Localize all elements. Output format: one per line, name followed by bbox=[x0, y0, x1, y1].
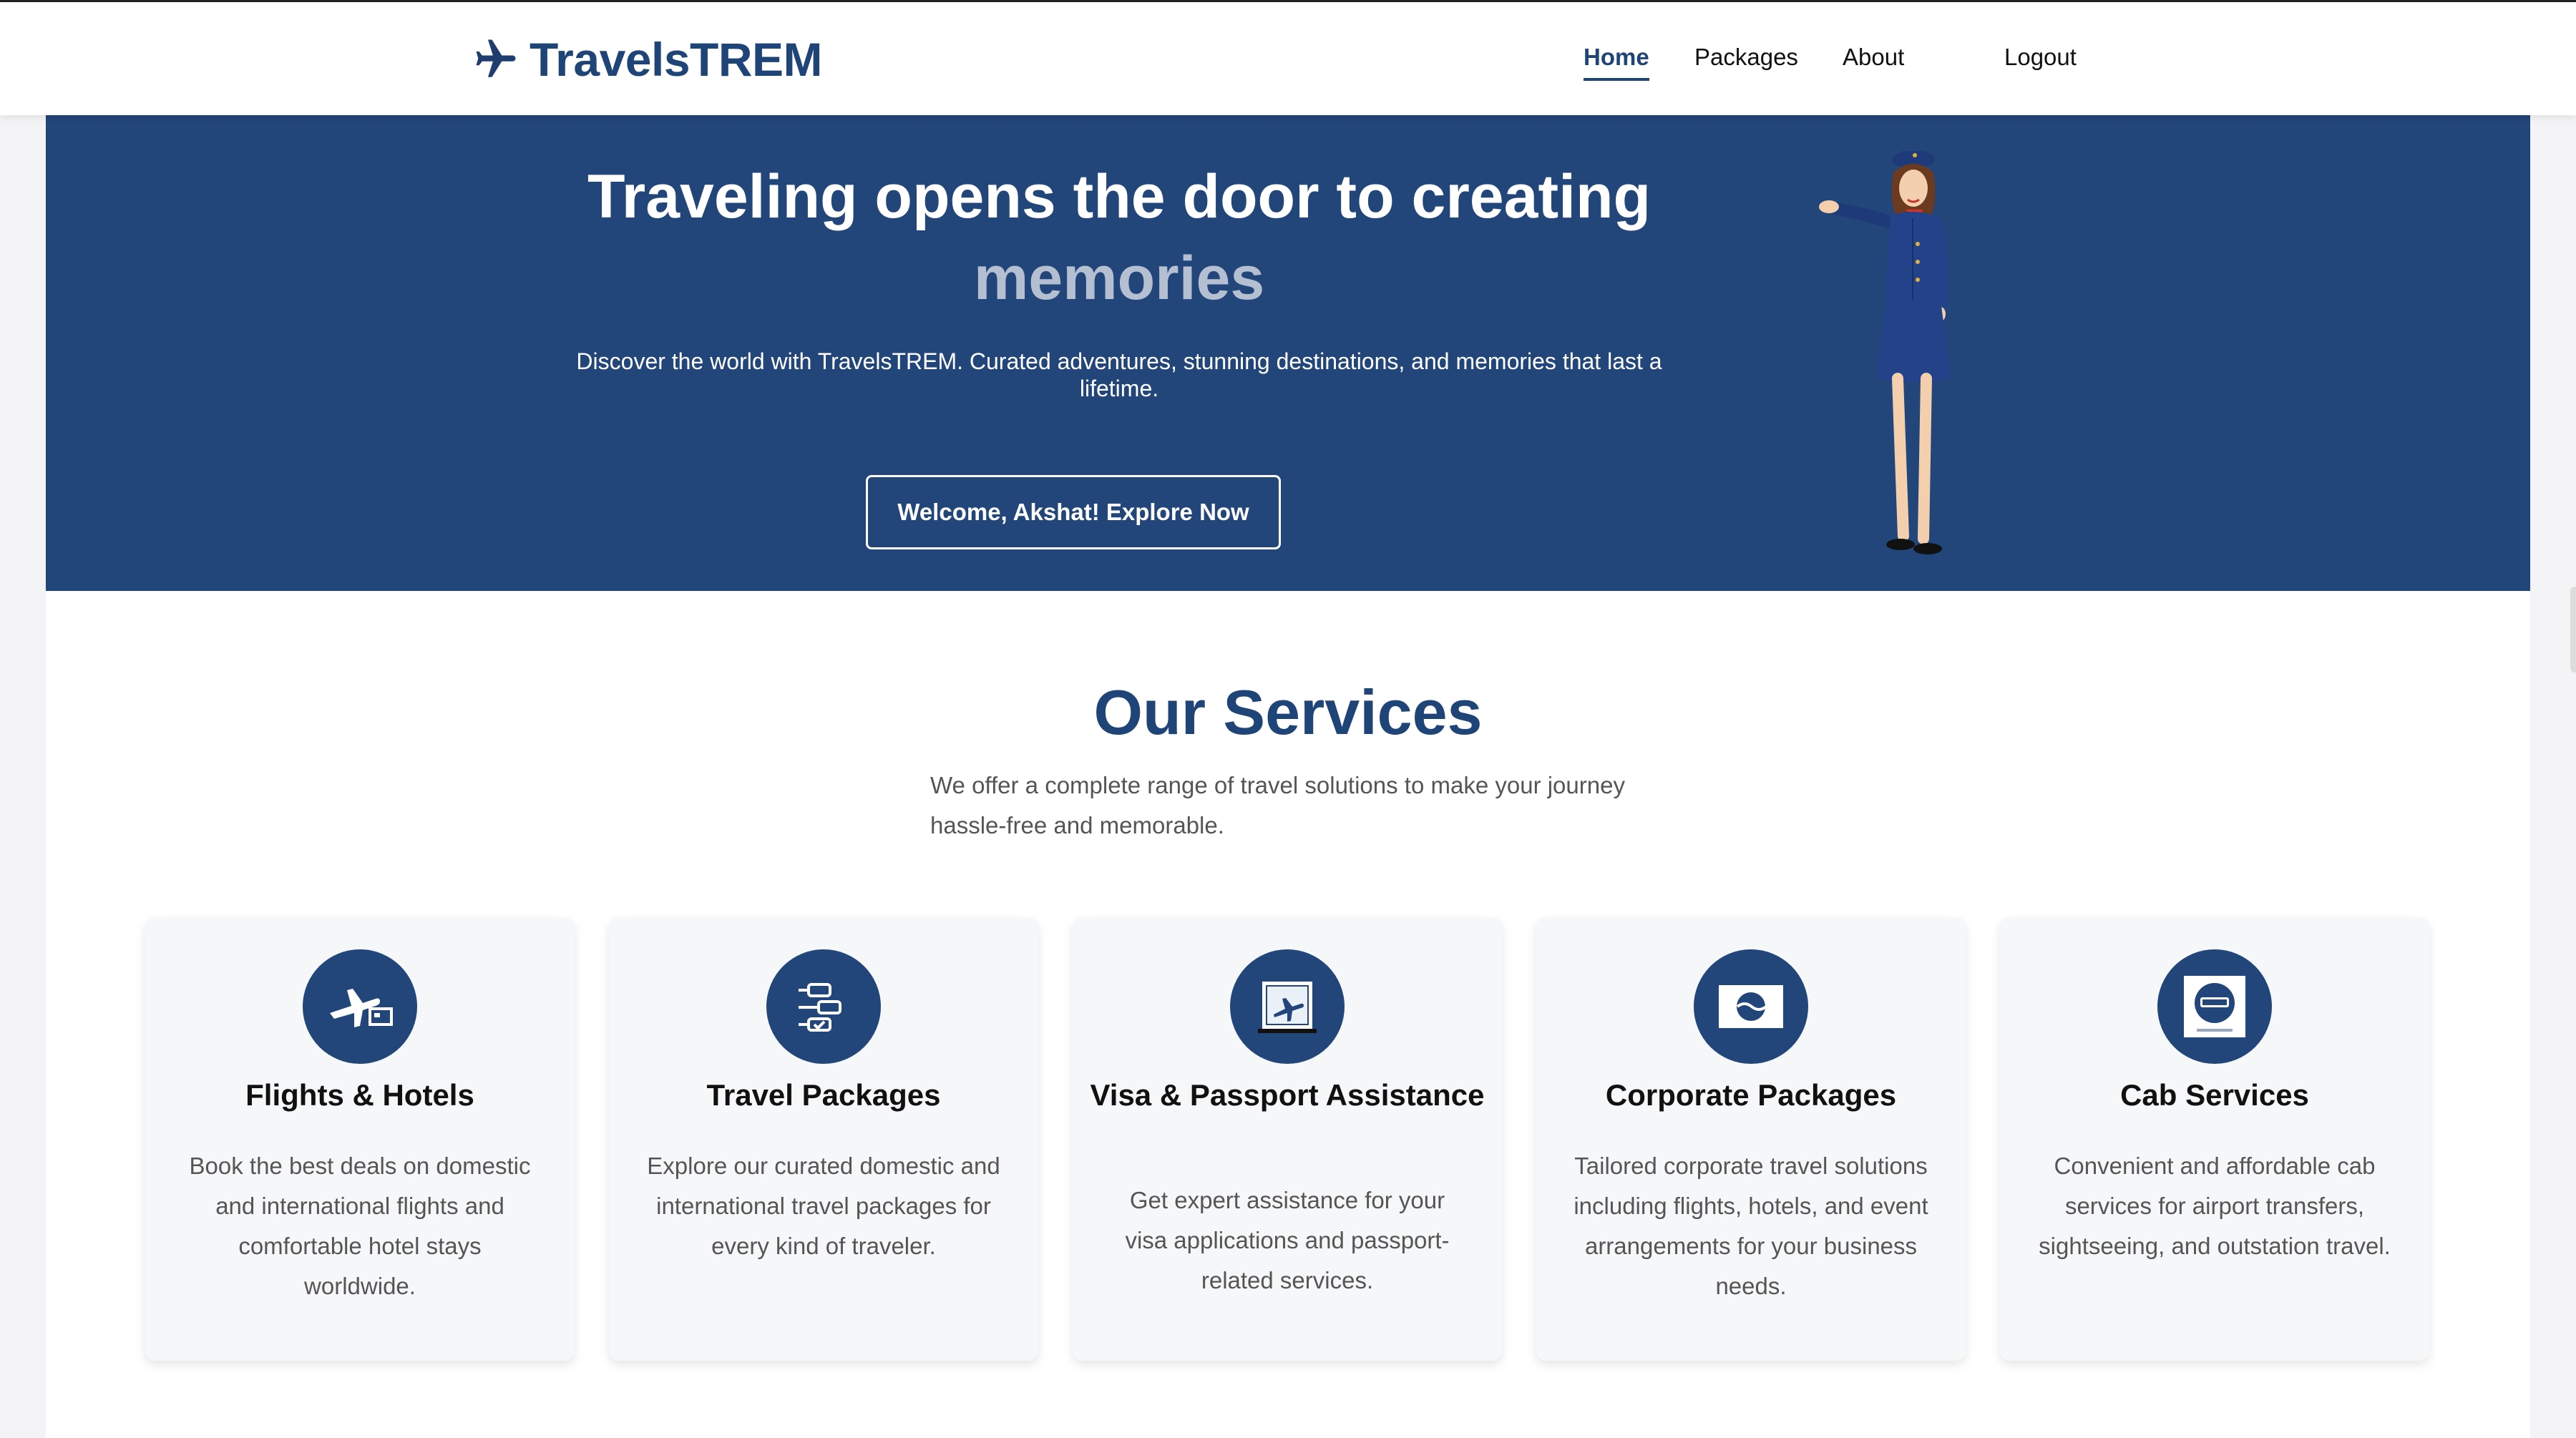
service-card-title: Cab Services bbox=[2120, 1078, 2309, 1112]
hero-banner: Traveling opens the door to creating mem… bbox=[46, 115, 2530, 591]
corporate-icon bbox=[1694, 949, 1808, 1064]
hero-highlight: memories bbox=[973, 244, 1265, 313]
nav-logout[interactable]: Logout bbox=[2004, 44, 2077, 71]
service-card-title: Flights & Hotels bbox=[245, 1078, 474, 1112]
airplane-icon bbox=[476, 39, 516, 77]
service-card-flights-hotels[interactable]: Flights & Hotels Book the best deals on … bbox=[145, 917, 575, 1361]
nav-packages[interactable]: Packages bbox=[1694, 44, 1798, 71]
flight-attendant-illustration bbox=[1819, 151, 1951, 554]
service-card-text: Convenient and affordable cab services f… bbox=[2039, 1153, 2391, 1259]
service-card-title: Corporate Packages bbox=[1605, 1078, 1897, 1112]
services-subtitle: We offer a complete range of travel solu… bbox=[930, 772, 1625, 838]
hero-subtitle: Discover the world with TravelsTREM. Cur… bbox=[576, 348, 1662, 401]
services-title: Our Services bbox=[1093, 677, 1483, 748]
service-card-cab-services[interactable]: Cab Services Convenient and affordable c… bbox=[2000, 917, 2429, 1361]
service-card-title: Visa & Passport Assistance bbox=[1090, 1078, 1485, 1112]
taxi-icon bbox=[2157, 949, 2272, 1064]
visa-icon bbox=[1230, 949, 1345, 1064]
nav-about[interactable]: About bbox=[1843, 44, 1904, 71]
service-card-text: Get expert assistance for your visa appl… bbox=[1125, 1187, 1450, 1293]
service-card-text: Book the best deals on domestic and inte… bbox=[189, 1153, 531, 1299]
service-card-text: Tailored corporate travel solutions incl… bbox=[1574, 1153, 1928, 1299]
service-card-title: Travel Packages bbox=[706, 1078, 941, 1112]
hero-title: Traveling opens the door to creating bbox=[587, 162, 1652, 231]
nav-home[interactable]: Home bbox=[1584, 44, 1649, 81]
brand-name: TravelsTREM bbox=[530, 33, 823, 86]
explore-now-button[interactable]: Welcome, Akshat! Explore Now bbox=[866, 475, 1281, 549]
service-card-text: Explore our curated domestic and interna… bbox=[647, 1153, 1000, 1259]
flight-hotel-icon bbox=[303, 949, 417, 1064]
packages-icon bbox=[766, 949, 881, 1064]
navbar: TravelsTREM Home Packages About Logout bbox=[0, 2, 2576, 115]
scrollbar-handle[interactable] bbox=[2570, 587, 2576, 672]
service-card-travel-packages[interactable]: Travel Packages Explore our curated dome… bbox=[609, 917, 1038, 1361]
service-card-corporate-packages[interactable]: Corporate Packages Tailored corporate tr… bbox=[1536, 917, 1966, 1361]
brand-logo[interactable]: TravelsTREM bbox=[472, 31, 823, 88]
service-card-visa-passport[interactable]: Visa & Passport Assistance Get expert as… bbox=[1073, 917, 1502, 1361]
